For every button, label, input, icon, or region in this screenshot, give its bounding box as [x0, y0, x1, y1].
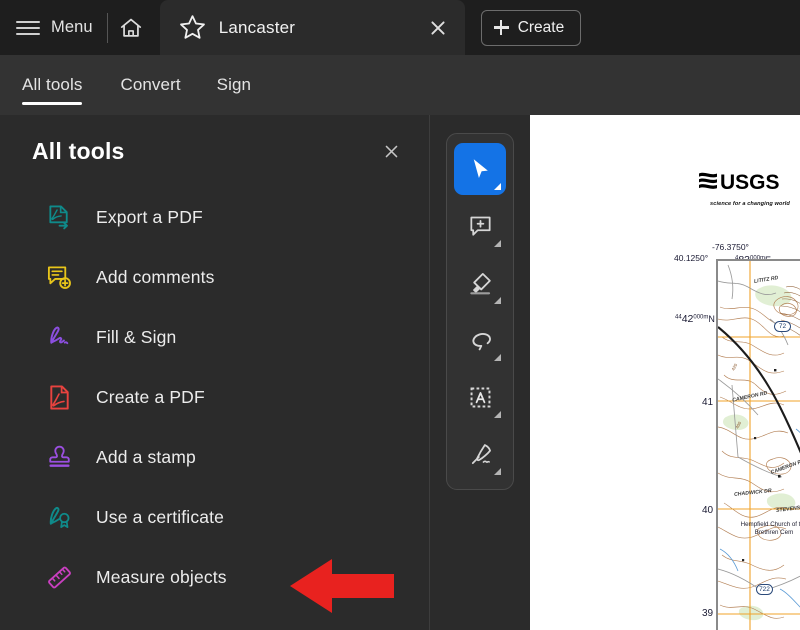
tab-sign-label: Sign: [216, 75, 252, 94]
lasso-icon: [471, 332, 491, 350]
stamp-icon: [44, 442, 74, 472]
usgs-logo: USGS science for a changing world: [698, 170, 800, 207]
chevron-down-icon[interactable]: [494, 468, 501, 475]
menu-label[interactable]: Menu: [51, 18, 93, 37]
text-box-a-icon: [470, 387, 490, 407]
vertical-toolbar-region: [430, 115, 530, 630]
route-shield-72: 72: [774, 321, 791, 332]
grid-northing-label: 4442000mN: [675, 313, 715, 325]
map-neatline-left: [716, 259, 718, 630]
tool-tabs-bar: All tools Convert Sign: [0, 55, 800, 115]
home-button[interactable]: [108, 0, 154, 55]
tool-item-export-a-pdf[interactable]: Export a PDF: [0, 187, 429, 247]
create-pdf-icon: [44, 382, 74, 412]
route-shield-722: 722: [756, 584, 773, 595]
tool-label: Create a PDF: [96, 386, 205, 407]
tool-item-measure-objects[interactable]: Measure objects: [0, 547, 429, 607]
home-icon: [120, 18, 141, 37]
grid-tick-41: 41: [702, 397, 714, 408]
tool-list: Export a PDF Add comments Fill & Sign Cr…: [0, 187, 429, 607]
certificate-icon: [44, 502, 74, 532]
export-pdf-icon: [44, 202, 74, 232]
all-tools-panel: All tools Export a PDF Add comments Fill…: [0, 115, 430, 630]
close-icon[interactable]: [425, 15, 451, 41]
tab-all-tools-label: All tools: [22, 75, 83, 94]
document-tab[interactable]: Lancaster: [159, 0, 465, 55]
add-comment-tool-button[interactable]: [454, 200, 506, 252]
menu-group: Menu: [0, 0, 107, 55]
tab-all-tools[interactable]: All tools: [22, 55, 102, 115]
usgs-wordmark: USGS: [720, 171, 780, 194]
active-tab-indicator: [22, 102, 83, 105]
comment-plus-icon: [469, 216, 491, 236]
chevron-down-icon[interactable]: [494, 240, 501, 247]
latitude-label: 40.1250°: [674, 253, 709, 263]
tool-label: Add comments: [96, 266, 215, 287]
fill-sign-icon: [44, 322, 74, 352]
map-neatline-top: [716, 259, 800, 261]
usgs-tagline: science for a changing world: [710, 201, 790, 207]
tab-convert[interactable]: Convert: [102, 55, 198, 115]
application-window: Menu Lancaster Create All tools Convert …: [0, 0, 800, 630]
grid-tick-40: 40: [702, 505, 714, 516]
panel-title: All tools: [32, 137, 125, 164]
highlighter-icon: [469, 272, 491, 294]
tool-item-add-comments[interactable]: Add comments: [0, 247, 429, 307]
cursor-arrow-icon: [473, 158, 488, 178]
tool-item-use-a-certificate[interactable]: Use a certificate: [0, 487, 429, 547]
select-tool-button[interactable]: [454, 143, 506, 195]
tool-label: Export a PDF: [96, 206, 203, 227]
grid-tick-39: 39: [702, 608, 714, 619]
ruler-icon: [44, 562, 74, 592]
topographic-map: 400 420: [717, 259, 800, 630]
tool-item-fill-and-sign[interactable]: Fill & Sign: [0, 307, 429, 367]
hamburger-icon[interactable]: [16, 20, 40, 35]
top-bar: Menu Lancaster Create: [0, 0, 800, 55]
tool-item-create-a-pdf[interactable]: Create a PDF: [0, 367, 429, 427]
tab-convert-label: Convert: [120, 75, 181, 94]
chevron-down-icon[interactable]: [494, 411, 501, 418]
tool-item-add-a-stamp[interactable]: Add a stamp: [0, 427, 429, 487]
tool-label: Add a stamp: [96, 446, 196, 467]
longitude-label: -76.3750°: [712, 242, 749, 252]
panel-header: All tools: [0, 115, 429, 165]
plus-icon: [493, 20, 509, 35]
close-icon[interactable]: [377, 137, 405, 165]
chevron-down-icon[interactable]: [494, 183, 501, 190]
tool-label: Use a certificate: [96, 506, 225, 527]
comment-plus-icon: [44, 262, 74, 292]
document-viewer[interactable]: USGS science for a changing world -76.37…: [530, 115, 800, 630]
vertical-toolbar: [446, 133, 514, 490]
chevron-down-icon[interactable]: [494, 354, 501, 361]
star-icon[interactable]: [178, 13, 207, 42]
map-content[interactable]: 400 420 LITITZ RD CAMERON RD CAMERON RD …: [717, 259, 800, 630]
tab-sign[interactable]: Sign: [199, 55, 269, 115]
text-select-tool-button[interactable]: [454, 371, 506, 423]
fountain-pen-icon: [471, 443, 491, 464]
tool-label: Fill & Sign: [96, 326, 177, 347]
usgs-logo-graphic: USGS: [699, 171, 780, 194]
tool-label: Measure objects: [96, 566, 227, 587]
highlight-tool-button[interactable]: [454, 257, 506, 309]
place-label-hempfield-church: Hempfield Church of the Brethren Cem: [740, 521, 800, 537]
create-button-label: Create: [517, 18, 565, 36]
document-tab-title: Lancaster: [218, 17, 296, 37]
draw-tool-button[interactable]: [454, 314, 506, 366]
signature-tool-button[interactable]: [454, 428, 506, 480]
create-button[interactable]: Create: [480, 9, 582, 46]
chevron-down-icon[interactable]: [494, 297, 501, 304]
